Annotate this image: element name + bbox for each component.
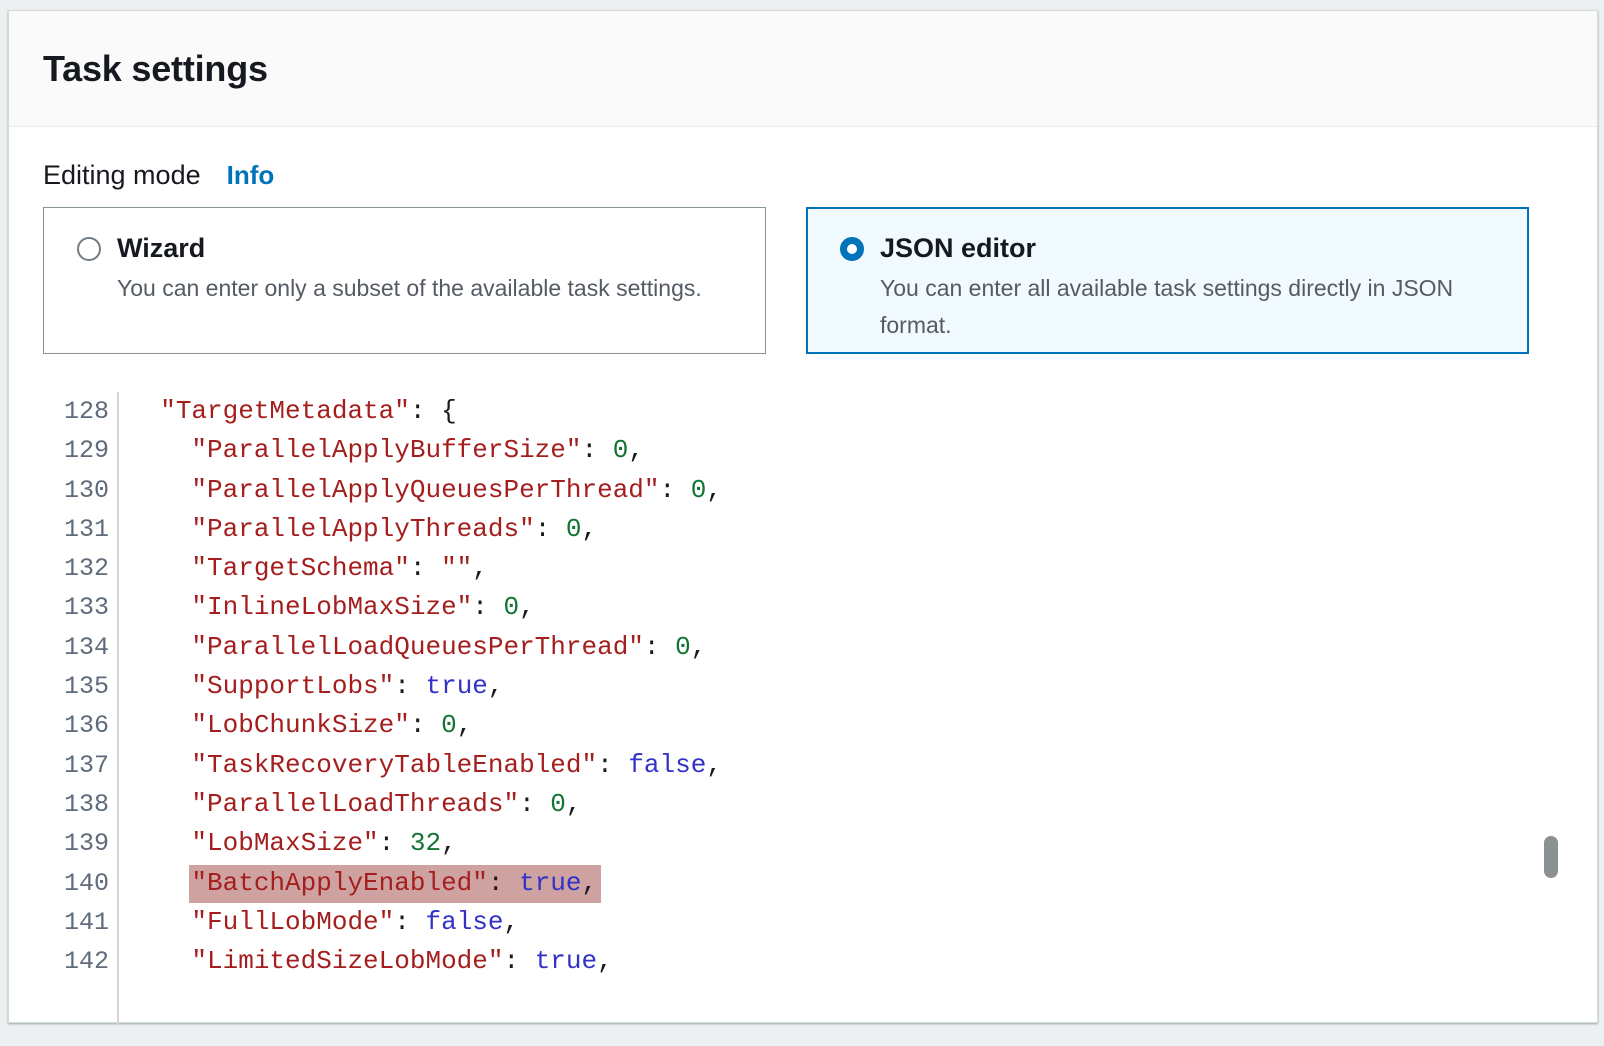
tile-json-editor-description: You can enter all available task setting… <box>880 270 1500 344</box>
vertical-scrollbar-thumb[interactable] <box>1544 836 1558 878</box>
code-line[interactable]: 135 "SupportLobs": true, <box>43 667 1563 706</box>
json-code-editor[interactable]: 128 "TargetMetadata": {129 "ParallelAppl… <box>43 392 1563 1025</box>
line-number: 135 <box>43 667 109 706</box>
line-number: 132 <box>43 549 109 588</box>
code-line[interactable]: 136 "LobChunkSize": 0, <box>43 706 1563 745</box>
line-number: 130 <box>43 471 109 510</box>
line-number: 128 <box>43 392 109 431</box>
line-number: 140 <box>43 864 109 903</box>
code-line[interactable]: 134 "ParallelLoadQueuesPerThread": 0, <box>43 628 1563 667</box>
line-number: 142 <box>43 942 109 981</box>
code-line[interactable]: 140 "BatchApplyEnabled": true, <box>43 864 1563 903</box>
line-number: 138 <box>43 785 109 824</box>
code-line-empty[interactable] <box>43 981 1563 1025</box>
code-line[interactable]: 132 "TargetSchema": "", <box>43 549 1563 588</box>
info-link[interactable]: Info <box>227 160 275 191</box>
code-editor-lines: 128 "TargetMetadata": {129 "ParallelAppl… <box>43 392 1563 1025</box>
line-number: 134 <box>43 628 109 667</box>
editing-mode-tiles: Wizard You can enter only a subset of th… <box>43 207 1563 354</box>
code-line[interactable]: 131 "ParallelApplyThreads": 0, <box>43 510 1563 549</box>
code-line[interactable]: 137 "TaskRecoveryTableEnabled": false, <box>43 746 1563 785</box>
json-editor-radio[interactable] <box>840 237 864 261</box>
line-number: 131 <box>43 510 109 549</box>
code-line[interactable]: 129 "ParallelApplyBufferSize": 0, <box>43 431 1563 470</box>
code-line[interactable]: 133 "InlineLobMaxSize": 0, <box>43 588 1563 627</box>
line-number: 129 <box>43 431 109 470</box>
panel-body: Editing mode Info Wizard You can enter o… <box>9 160 1597 1025</box>
task-settings-panel: Task settings Editing mode Info Wizard Y… <box>8 10 1598 1023</box>
tile-wizard-description: You can enter only a subset of the avail… <box>117 270 745 307</box>
wizard-radio[interactable] <box>77 237 101 261</box>
line-number: 141 <box>43 903 109 942</box>
page-title: Task settings <box>43 48 268 90</box>
panel-header: Task settings <box>9 11 1597 127</box>
tile-json-editor-label: JSON editor <box>880 233 1036 264</box>
code-line[interactable]: 138 "ParallelLoadThreads": 0, <box>43 785 1563 824</box>
code-line[interactable]: 139 "LobMaxSize": 32, <box>43 824 1563 863</box>
tile-wizard-label: Wizard <box>117 233 205 264</box>
editing-mode-row: Editing mode Info <box>43 160 1563 191</box>
line-number: 136 <box>43 706 109 745</box>
code-line[interactable]: 130 "ParallelApplyQueuesPerThread": 0, <box>43 471 1563 510</box>
line-number: 137 <box>43 746 109 785</box>
code-line[interactable]: 128 "TargetMetadata": { <box>43 392 1563 431</box>
code-line[interactable]: 142 "LimitedSizeLobMode": true, <box>43 942 1563 981</box>
code-line[interactable]: 141 "FullLobMode": false, <box>43 903 1563 942</box>
tile-json-editor-head: JSON editor <box>840 233 1508 264</box>
tile-json-editor[interactable]: JSON editor You can enter all available … <box>806 207 1529 354</box>
line-number: 133 <box>43 588 109 627</box>
tile-wizard[interactable]: Wizard You can enter only a subset of th… <box>43 207 766 354</box>
editing-mode-label: Editing mode <box>43 160 201 191</box>
line-number: 139 <box>43 824 109 863</box>
tile-wizard-head: Wizard <box>77 233 745 264</box>
highlighted-code-span: "BatchApplyEnabled": true, <box>189 865 601 903</box>
